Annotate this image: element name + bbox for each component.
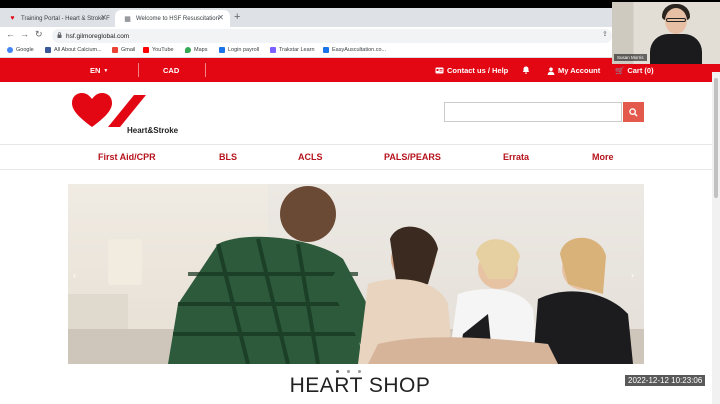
url-field[interactable]: hsf.gilmoreglobal.com bbox=[52, 29, 612, 43]
heart-and-stroke-logo[interactable]: Heart&Stroke bbox=[72, 93, 192, 137]
bell-icon bbox=[522, 66, 530, 74]
search-button[interactable] bbox=[623, 102, 644, 122]
bookmark-youtube[interactable]: YouTube bbox=[143, 47, 174, 53]
browser-window: ♥ Training Portal - Heart & Stroke F ✕ ▦… bbox=[0, 8, 720, 404]
nav-acls[interactable]: ACLS bbox=[298, 152, 323, 162]
cart-link[interactable]: 🛒 Cart (0) bbox=[615, 66, 654, 75]
carousel-dot[interactable] bbox=[347, 370, 350, 373]
gmail-icon bbox=[112, 47, 118, 53]
maps-icon bbox=[185, 47, 191, 53]
tab-label: Welcome to HSF Resuscitation bbox=[136, 15, 219, 22]
user-icon bbox=[547, 67, 555, 75]
tab-training-portal[interactable]: ♥ Training Portal - Heart & Stroke F ✕ bbox=[0, 10, 113, 27]
forward-icon[interactable]: → bbox=[20, 29, 29, 39]
back-icon[interactable]: ← bbox=[6, 29, 15, 39]
nav-first-aid-cpr[interactable]: First Aid/CPR bbox=[98, 152, 156, 162]
main-navigation: First Aid/CPR BLS ACLS PALS/PEARS Errata… bbox=[0, 144, 720, 170]
caret-down-icon: ▼ bbox=[103, 67, 109, 74]
nav-errata[interactable]: Errata bbox=[503, 152, 529, 162]
grid-favicon-icon: ▦ bbox=[124, 15, 131, 23]
easyauscultation-icon bbox=[323, 47, 329, 53]
currency-selector[interactable]: CAD bbox=[163, 66, 179, 75]
divider bbox=[205, 63, 206, 77]
url-text: hsf.gilmoreglobal.com bbox=[66, 32, 130, 40]
bookmark-easyauscultation[interactable]: EasyAuscultation.co... bbox=[323, 47, 386, 53]
scrollbar-thumb[interactable] bbox=[714, 78, 718, 198]
cart-icon: 🛒 bbox=[615, 66, 625, 75]
presenter-name-label: Susan Morris bbox=[614, 54, 647, 61]
header-logo-row: Heart&Stroke bbox=[0, 82, 720, 144]
new-tab-icon[interactable]: + bbox=[234, 11, 240, 23]
tab-welcome-hsf[interactable]: ▦ Welcome to HSF Resuscitation ✕ bbox=[115, 10, 230, 27]
hero-carousel[interactable]: ‹ › bbox=[68, 184, 644, 364]
carousel-dot[interactable] bbox=[336, 370, 339, 373]
trakstar-icon bbox=[270, 47, 276, 53]
logo-wordmark: Heart&Stroke bbox=[127, 126, 179, 135]
reload-icon[interactable]: ↻ bbox=[35, 29, 43, 40]
nav-pals-pears[interactable]: PALS/PEARS bbox=[384, 152, 441, 162]
webcam-overlay: Susan Morris bbox=[612, 2, 720, 64]
hero-shelf bbox=[68, 294, 128, 334]
facebook-icon bbox=[45, 47, 51, 53]
bookmark-gmail[interactable]: Gmail bbox=[112, 47, 135, 53]
page-heading: HEART SHOP bbox=[289, 374, 431, 397]
nav-bls[interactable]: BLS bbox=[219, 152, 237, 162]
close-tab-icon[interactable]: ✕ bbox=[100, 13, 107, 22]
bookmark-trakstar[interactable]: Trakstar Learn bbox=[270, 47, 315, 53]
carousel-prev-icon[interactable]: ‹ bbox=[73, 270, 76, 280]
carousel-dot[interactable] bbox=[358, 370, 361, 373]
heart-logo-icon: Heart&Stroke bbox=[72, 93, 179, 135]
language-selector[interactable]: EN ▼ bbox=[90, 66, 108, 75]
tab-label: Training Portal - Heart & Stroke F bbox=[21, 15, 110, 22]
youtube-icon bbox=[143, 47, 149, 53]
presenter-glasses bbox=[666, 18, 686, 22]
bookmark-google[interactable]: Google bbox=[7, 47, 34, 53]
bookmark-calcium[interactable]: All About Calcium... bbox=[45, 47, 102, 53]
search-input[interactable] bbox=[444, 102, 622, 122]
notifications-button[interactable] bbox=[522, 66, 530, 74]
contact-help-link[interactable]: Contact us / Help bbox=[435, 66, 508, 75]
id-card-icon bbox=[435, 67, 444, 74]
cpr-trainees-illustration bbox=[168, 186, 633, 364]
carousel-indicators bbox=[336, 370, 361, 373]
payroll-icon bbox=[219, 47, 225, 53]
bookmark-maps[interactable]: Maps bbox=[185, 47, 207, 53]
heart-stroke-favicon-icon: ♥ bbox=[10, 15, 15, 22]
close-tab-icon[interactable]: ✕ bbox=[217, 13, 224, 22]
divider bbox=[138, 63, 139, 77]
presenter-body bbox=[650, 34, 702, 64]
share-icon[interactable]: ⇪ bbox=[602, 30, 608, 38]
bookmark-login-payroll[interactable]: Login payroll bbox=[219, 47, 259, 53]
google-icon bbox=[7, 47, 13, 53]
carousel-next-icon[interactable]: › bbox=[631, 270, 634, 280]
nav-more[interactable]: More bbox=[592, 152, 614, 162]
search-icon bbox=[629, 107, 638, 117]
lock-icon bbox=[57, 32, 62, 38]
recording-timestamp: 2022-12-12 10:23:06 bbox=[625, 375, 706, 386]
my-account-link[interactable]: My Account bbox=[547, 66, 600, 75]
